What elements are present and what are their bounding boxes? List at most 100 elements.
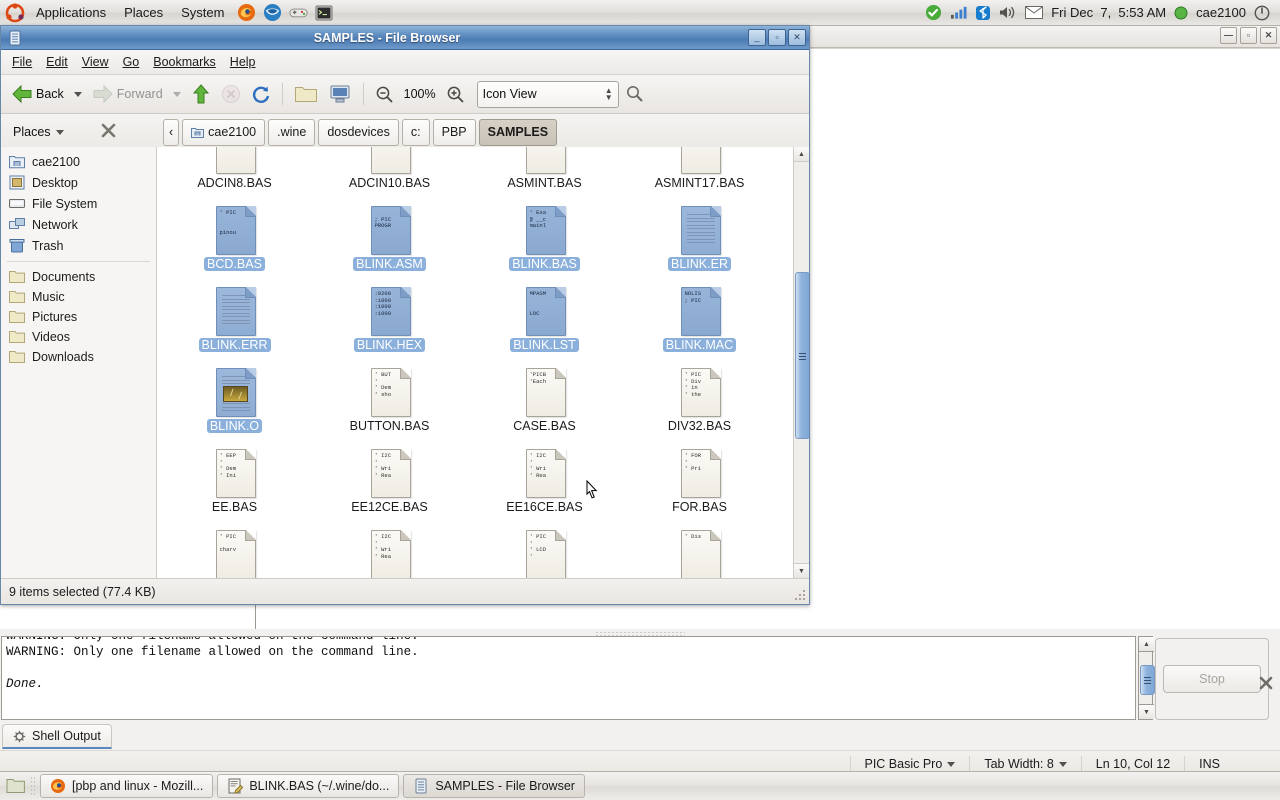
gamepad-icon[interactable] [287,2,309,24]
file-item[interactable]: ' EEP ' ' Dem ' Ini EE.BAS [157,433,312,514]
file-item[interactable]: ADCIN10.BAS [312,147,467,190]
sidebar-item-videos[interactable]: Videos [1,327,156,347]
scroll-up-button[interactable]: ▲ [794,147,809,162]
file-item[interactable]: ' I2C ' ' Wri ' Rea EE16CE.BAS [467,433,622,514]
file-item[interactable]: ' DisLOGIC.BAS [622,514,777,578]
mail-icon[interactable] [1025,6,1044,19]
language-selector[interactable]: PIC Basic Pro [849,755,970,773]
file-item[interactable]: ' FOR ' ' Pri FOR.BAS [622,433,777,514]
update-manager-icon[interactable] [925,4,942,21]
network-signal-icon[interactable] [950,5,967,20]
file-icon-view[interactable]: ADCIN8.BAS ADCIN10.BAS ASMINT.BAS ASMINT17.… [157,147,809,578]
sidebar-item-pictures[interactable]: Pictures [1,307,156,327]
breadcrumb-item-home[interactable]: cae2100 [182,118,266,146]
sidebar-item-network[interactable]: Network [1,214,156,235]
bg-maximize-button[interactable]: ▫ [1240,26,1257,44]
bluetooth-icon[interactable] [975,5,991,21]
back-dropdown-button[interactable] [70,90,86,99]
minimize-button[interactable]: _ [748,29,766,46]
close-sidebar-icon[interactable] [101,123,116,141]
file-view-scrollbar[interactable]: ▲ ▼ [793,147,809,578]
file-item[interactable]: MPASM LOC BLINK.LST [467,271,622,352]
close-pane-icon[interactable] [1259,676,1273,690]
shell-scroll-down-button[interactable]: ▼ [1139,704,1154,719]
shell-output-text[interactable]: WARNING: Only one filename allowed on th… [1,636,1136,720]
scrollbar-thumb[interactable] [795,272,809,439]
breadcrumb-item-samples[interactable]: SAMPLES [478,118,558,146]
file-item[interactable]: NOLIS ; PIC BLINK.MAC [622,271,777,352]
user-status-icon[interactable] [1174,6,1188,20]
tab-shell-output[interactable]: Shell Output [2,724,112,749]
file-item[interactable]: ' BUT ' ' Dem ' sho BUTTON.BAS [312,352,467,433]
menu-help[interactable]: Help [223,52,263,72]
taskbar-item-firefox[interactable]: [pbp and linux - Mozill... [40,774,214,798]
menu-system[interactable]: System [173,3,232,22]
menu-applications[interactable]: Applications [28,3,114,22]
tab-width-selector[interactable]: Tab Width: 8 [969,755,1080,773]
breadcrumb-item-wine[interactable]: .wine [268,118,316,146]
scroll-down-button[interactable]: ▼ [794,563,809,578]
taskbar-item-file-browser[interactable]: SAMPLES - File Browser [403,774,585,798]
shell-output-scrollbar[interactable]: ▲ ▼ [1138,636,1155,720]
menu-places[interactable]: Places [116,3,171,22]
sidebar-item-trash[interactable]: Trash [1,235,156,256]
stop-button[interactable]: Stop [1163,665,1261,693]
taskbar-grip[interactable] [30,776,36,796]
breadcrumb-scroll-left[interactable]: ‹ [163,118,180,146]
file-item[interactable]: ' PIC ' Div ' in ' the DIV32.BAS [622,352,777,433]
file-item[interactable]: ' I2C ' ' Wri ' Rea EE12CE.BAS [312,433,467,514]
username-label[interactable]: cae2100 [1196,5,1246,20]
sidebar-item-music[interactable]: Music [1,287,156,307]
bg-close-button[interactable]: ✕ [1260,26,1277,44]
breadcrumb-item-pbp[interactable]: PBP [432,118,476,146]
power-icon[interactable] [1254,5,1270,21]
file-browser-titlebar[interactable]: SAMPLES - File Browser _ ▫ ✕ [1,26,809,50]
file-item[interactable]: 'PICB 'Each CASE.BAS [467,352,622,433]
places-dropdown[interactable]: Places [1,123,163,141]
sidebar-item-desktop[interactable]: Desktop [1,172,156,193]
sidebar-item-file-system[interactable]: File System [1,193,156,214]
file-item[interactable]: BLINK.ER [622,190,777,271]
zoom-out-icon[interactable] [371,83,398,106]
search-icon[interactable] [621,82,649,106]
file-item[interactable]: ADCIN8.BAS [157,147,312,190]
firefox-icon[interactable] [235,2,257,24]
file-item[interactable]: ASMINT.BAS [467,147,622,190]
home-folder-icon[interactable] [290,81,322,107]
forward-dropdown-button[interactable] [169,90,185,99]
shell-scrollbar-thumb[interactable] [1140,665,1155,695]
file-item[interactable]: ' PIC charvHSER.BAS [157,514,312,578]
up-icon[interactable] [187,81,215,107]
menu-go[interactable]: Go [116,52,147,72]
close-button[interactable]: ✕ [788,29,806,46]
stop-icon[interactable] [217,82,245,106]
volume-icon[interactable] [999,5,1017,20]
file-item[interactable]: :0200 :1000 :1000 :1000 BLINK.HEX [312,271,467,352]
forward-button[interactable]: Forward [88,81,167,107]
menu-bookmarks[interactable]: Bookmarks [146,52,223,72]
view-mode-select[interactable]: Icon View ▲ ▼ [476,80,619,108]
shell-scroll-up-button[interactable]: ▲ [1139,637,1154,652]
sidebar-item-documents[interactable]: Documents [1,267,156,287]
reload-icon[interactable] [247,82,275,106]
file-item[interactable]: ; PIC PROGR BLINK.ASM [312,190,467,271]
file-browser-window[interactable]: SAMPLES - File Browser _ ▫ ✕ File Edit V… [0,25,810,605]
sidebar-item-cae2100[interactable]: cae2100 [1,151,156,172]
file-item[interactable]: ASMINT17.BAS [622,147,777,190]
window-resize-grip[interactable] [795,590,807,602]
file-item[interactable]: BLINK.O [157,352,312,433]
show-desktop-icon[interactable] [4,775,26,797]
breadcrumb-item-dosdevices[interactable]: dosdevices [318,118,399,146]
zoom-in-icon[interactable] [442,83,469,106]
maximize-button[interactable]: ▫ [768,29,786,46]
file-item[interactable]: ' Exa @ __c mainl BLINK.BAS [467,190,622,271]
file-item[interactable]: BLINK.ERR [157,271,312,352]
file-item[interactable]: ' I2C ' ' Wri ' ReaI2C.BAS [312,514,467,578]
breadcrumb-item-c[interactable]: c: [401,118,430,146]
terminal-icon[interactable] [313,2,335,24]
back-button[interactable]: Back [7,81,68,107]
sidebar-item-downloads[interactable]: Downloads [1,347,156,367]
file-item[interactable]: ' PIC pinou BCD.BAS [157,190,312,271]
menu-file[interactable]: File [5,52,39,72]
menu-edit[interactable]: Edit [39,52,75,72]
